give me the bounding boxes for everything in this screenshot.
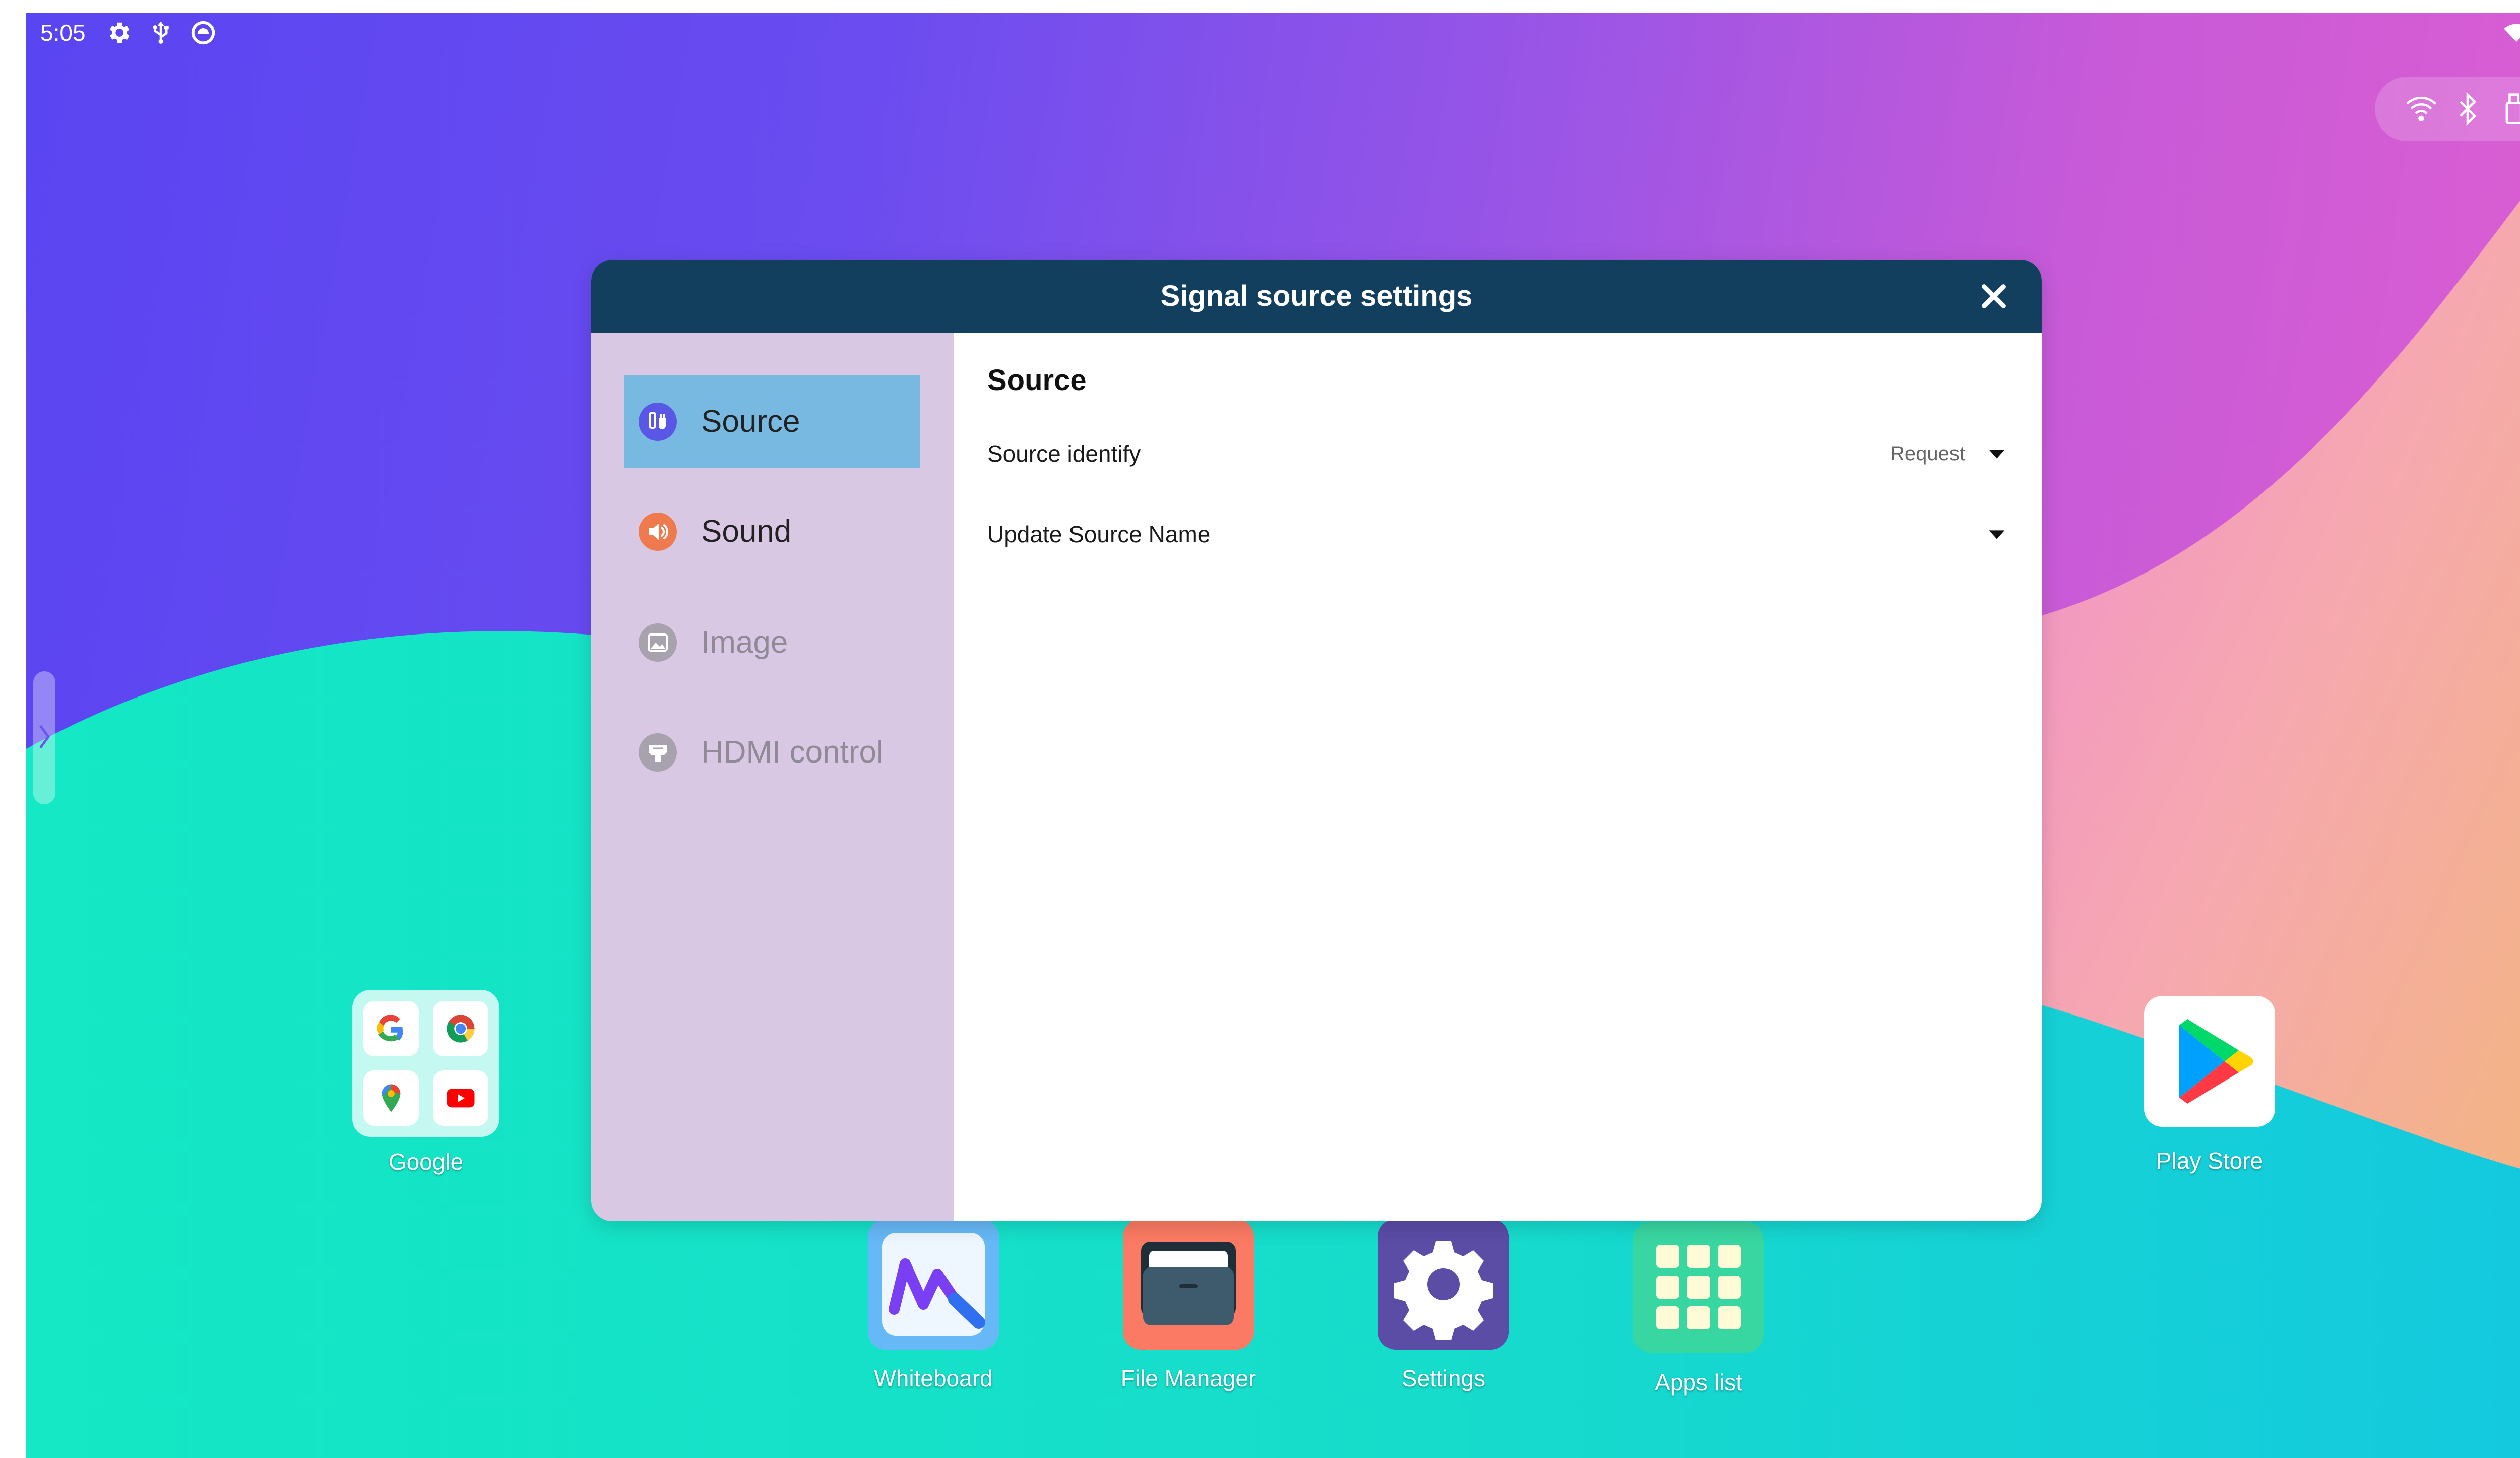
speaker-icon bbox=[639, 513, 677, 551]
google-icon bbox=[363, 1001, 419, 1056]
usb-icon bbox=[147, 19, 174, 46]
apps-list-app[interactable]: Apps list bbox=[1633, 1222, 1764, 1423]
chrome-icon bbox=[433, 1001, 488, 1056]
sidebar-item-label: HDMI control bbox=[701, 735, 884, 770]
google-folder-label: Google bbox=[388, 1149, 464, 1175]
whiteboard-icon bbox=[868, 1219, 999, 1350]
settings-icon bbox=[1378, 1219, 1509, 1350]
dialog-header: Signal source settings bbox=[591, 260, 2042, 333]
wifi-signal-icon bbox=[2503, 19, 2520, 46]
settings-label: Settings bbox=[1401, 1365, 1486, 1391]
hdmi-icon bbox=[639, 733, 677, 772]
google-folder[interactable] bbox=[352, 990, 499, 1137]
sidebar-item-label: Source bbox=[701, 404, 800, 439]
image-icon bbox=[639, 623, 677, 662]
play-store-app[interactable]: Play Store bbox=[2144, 996, 2275, 1197]
quick-settings-pill[interactable] bbox=[2375, 77, 2520, 141]
file-manager-app[interactable]: File Manager bbox=[1121, 1219, 1256, 1420]
dropdown-arrow-icon[interactable] bbox=[1985, 442, 2008, 465]
setting-value: Request bbox=[1890, 442, 1965, 465]
status-time: 5:05 bbox=[40, 20, 86, 46]
play-store-icon bbox=[2144, 996, 2275, 1127]
setting-label: Source identify bbox=[987, 440, 1141, 467]
whiteboard-app[interactable]: Whiteboard bbox=[868, 1219, 999, 1420]
android-debug-icon bbox=[190, 19, 217, 46]
apps-list-label: Apps list bbox=[1655, 1369, 1742, 1396]
status-bar: 5:05 bbox=[26, 13, 2520, 53]
chevron-right-icon bbox=[39, 725, 50, 749]
file-manager-icon bbox=[1123, 1219, 1254, 1350]
settings-gear-icon bbox=[105, 19, 132, 46]
sidebar-item-sound[interactable]: Sound bbox=[624, 485, 920, 578]
setting-row-source-identify[interactable]: Source identify Request bbox=[987, 426, 2008, 481]
android-desktop: 5:05 Google Play Store Whiteboard File M… bbox=[26, 13, 2520, 1458]
sidebar-item-source[interactable]: Source bbox=[624, 375, 920, 468]
settings-sidebar: Source Sound Image HDMI control bbox=[591, 333, 954, 1221]
settings-content: Source Source identify Request Update So… bbox=[954, 333, 2042, 1221]
section-title: Source bbox=[987, 364, 1087, 397]
setting-label: Update Source Name bbox=[987, 521, 1211, 547]
signal-source-settings-dialog: Signal source settings Source Sound Imag… bbox=[591, 260, 2042, 1221]
side-panel-handle[interactable] bbox=[33, 671, 55, 804]
source-icon bbox=[639, 403, 677, 441]
play-store-label: Play Store bbox=[2156, 1148, 2263, 1174]
apps-grid-icon bbox=[1633, 1222, 1764, 1353]
settings-app[interactable]: Settings bbox=[1378, 1219, 1509, 1420]
setting-row-update-source-name[interactable]: Update Source Name bbox=[987, 506, 2008, 562]
wifi-icon[interactable] bbox=[2404, 92, 2438, 126]
sidebar-item-label: Sound bbox=[701, 514, 792, 549]
usb-drive-icon[interactable] bbox=[2497, 92, 2520, 126]
sidebar-item-label: Image bbox=[701, 625, 788, 660]
close-button[interactable] bbox=[1977, 280, 2010, 313]
youtube-icon bbox=[433, 1070, 488, 1126]
dialog-title: Signal source settings bbox=[1160, 280, 1473, 312]
close-icon bbox=[1982, 284, 2006, 308]
sidebar-item-hdmi-control[interactable]: HDMI control bbox=[624, 706, 920, 799]
file-manager-label: File Manager bbox=[1120, 1365, 1256, 1391]
whiteboard-label: Whiteboard bbox=[874, 1365, 993, 1391]
maps-icon bbox=[363, 1070, 419, 1126]
dropdown-arrow-icon[interactable] bbox=[1985, 523, 2008, 546]
sidebar-item-image[interactable]: Image bbox=[624, 596, 920, 689]
bluetooth-icon[interactable] bbox=[2450, 92, 2485, 126]
